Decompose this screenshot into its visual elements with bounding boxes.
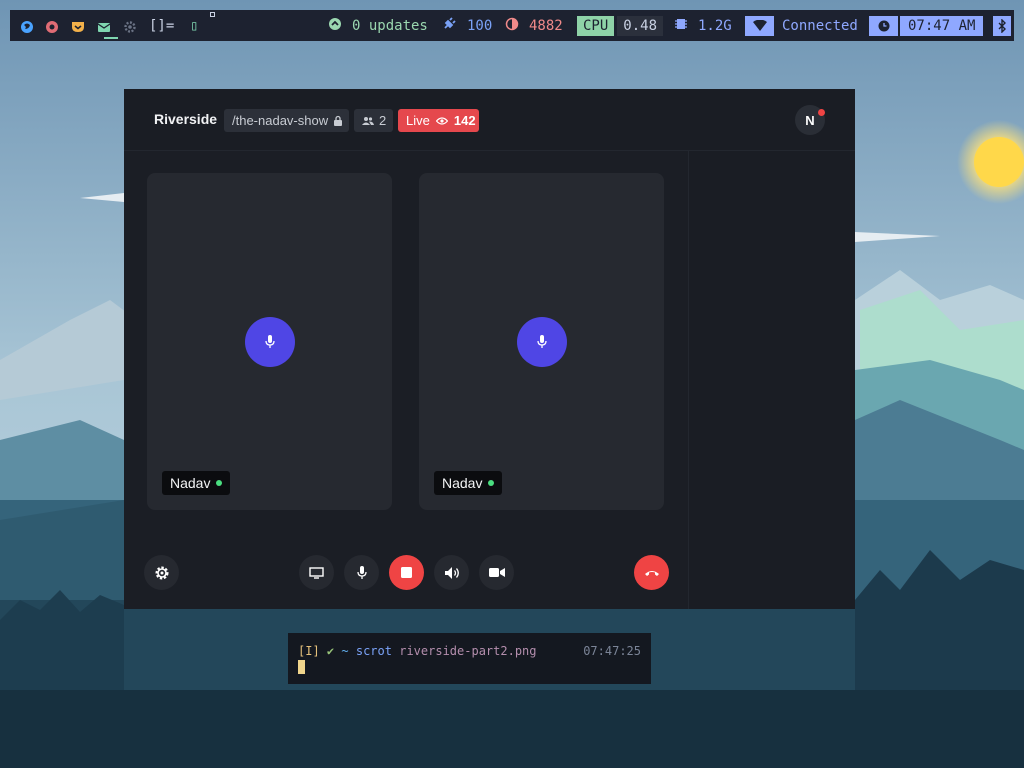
terminal-cursor bbox=[298, 660, 305, 674]
studio-path: /the-nadav-show bbox=[232, 113, 329, 128]
status-check: ✔ bbox=[326, 644, 335, 658]
participants-count: 2 bbox=[379, 113, 387, 128]
microphone-button[interactable] bbox=[344, 555, 379, 590]
notification-dot bbox=[818, 109, 825, 116]
mic-indicator bbox=[517, 317, 567, 367]
cpu-widget: CPU 0.48 bbox=[577, 10, 664, 41]
hang-up-icon bbox=[644, 569, 660, 577]
speaker-icon bbox=[444, 566, 460, 580]
camera-button[interactable] bbox=[479, 555, 514, 590]
cpu-value: 0.48 bbox=[617, 15, 664, 36]
online-status-dot bbox=[488, 480, 495, 486]
chrome-icon[interactable] bbox=[45, 19, 59, 38]
stop-recording-button[interactable] bbox=[389, 555, 424, 590]
updates-widget[interactable]: 0 updates bbox=[328, 10, 428, 41]
mic-indicator bbox=[245, 317, 295, 367]
vi-mode-indicator: [I] bbox=[298, 644, 320, 658]
cpu-label: CPU bbox=[577, 15, 615, 36]
command-argument: riverside-part2.png bbox=[399, 644, 537, 658]
contrast-icon bbox=[505, 16, 519, 35]
clock-time: 07:47 AM bbox=[900, 15, 984, 36]
participant-name-tag: Nadav bbox=[162, 471, 231, 495]
lock-icon bbox=[333, 115, 343, 126]
settings-button[interactable] bbox=[144, 555, 179, 590]
microphone-icon bbox=[264, 334, 276, 350]
network-status: Connected bbox=[782, 17, 858, 34]
pocket-icon[interactable] bbox=[71, 19, 85, 38]
updates-label: 0 updates bbox=[352, 17, 428, 34]
side-panel bbox=[688, 151, 855, 609]
participants-badge[interactable]: 2 bbox=[354, 109, 393, 132]
active-indicator bbox=[104, 37, 118, 39]
stop-icon bbox=[401, 567, 412, 578]
tray bbox=[993, 10, 1011, 41]
participant-tile[interactable]: Nadav bbox=[147, 173, 392, 510]
speaker-button[interactable] bbox=[434, 555, 469, 590]
wifi-icon bbox=[745, 15, 774, 36]
video-stage: Nadav Nadav bbox=[124, 151, 688, 609]
microphone-icon bbox=[536, 334, 548, 350]
participant-name: Nadav bbox=[170, 475, 211, 491]
participant-name-tag: Nadav bbox=[434, 471, 503, 495]
firefox-icon[interactable] bbox=[20, 19, 34, 38]
command-name: scrot bbox=[355, 644, 392, 658]
contrast-value: 4882 bbox=[529, 17, 563, 34]
network-widget[interactable]: Connected bbox=[745, 10, 858, 41]
arrow-up-circle-icon bbox=[328, 16, 342, 35]
bluetooth-icon[interactable] bbox=[993, 15, 1011, 36]
online-status-dot bbox=[216, 480, 223, 486]
participant-tile[interactable]: Nadav bbox=[419, 173, 664, 510]
memory-widget: 1.2G bbox=[674, 10, 732, 41]
brand-name[interactable]: Riverside bbox=[154, 111, 217, 127]
mail-icon[interactable] bbox=[97, 19, 111, 38]
memory-value: 1.2G bbox=[698, 17, 732, 34]
prompt-cwd: ~ bbox=[341, 644, 349, 658]
live-badge[interactable]: Live 142 bbox=[398, 109, 479, 132]
clock-widget[interactable]: 07:47 AM bbox=[869, 10, 984, 41]
studio-header: Riverside /the-nadav-show 2 Live 142 N bbox=[124, 89, 855, 151]
plug-icon bbox=[442, 16, 456, 35]
people-icon bbox=[362, 116, 374, 126]
monitor-icon bbox=[309, 566, 324, 579]
microphone-icon bbox=[356, 565, 368, 581]
gear-icon bbox=[154, 565, 170, 581]
terminal-prompt-line: [I] ✔ ~ scrot riverside-part2.png bbox=[298, 644, 537, 658]
power-widget: 100 bbox=[442, 10, 492, 41]
studio-link[interactable]: /the-nadav-show bbox=[224, 109, 349, 132]
settings-cog-icon[interactable] bbox=[123, 19, 137, 38]
riverside-window: Riverside /the-nadav-show 2 Live 142 N N… bbox=[124, 89, 855, 609]
status-bar: []= ▯ 0 updates 100 4882 CPU 0.48 1.2G C… bbox=[10, 10, 1014, 41]
layout-indicator[interactable]: []= bbox=[149, 10, 174, 41]
terminal-window[interactable]: [I] ✔ ~ scrot riverside-part2.png 07:47:… bbox=[288, 633, 651, 684]
clock-icon bbox=[869, 15, 898, 36]
layout-extra: ▯ bbox=[190, 17, 199, 34]
live-label: Live bbox=[406, 113, 430, 128]
screen-share-button[interactable] bbox=[299, 555, 334, 590]
viewer-count: 142 bbox=[453, 113, 476, 128]
eye-icon bbox=[435, 116, 448, 125]
chip-icon bbox=[674, 16, 688, 35]
video-camera-icon bbox=[488, 567, 505, 578]
tag-dot bbox=[210, 12, 215, 17]
end-call-button[interactable] bbox=[634, 555, 669, 590]
contrast-widget: 4882 bbox=[505, 10, 563, 41]
power-value: 100 bbox=[467, 17, 493, 34]
participant-name: Nadav bbox=[442, 475, 483, 491]
terminal-timestamp: 07:47:25 bbox=[583, 644, 641, 658]
